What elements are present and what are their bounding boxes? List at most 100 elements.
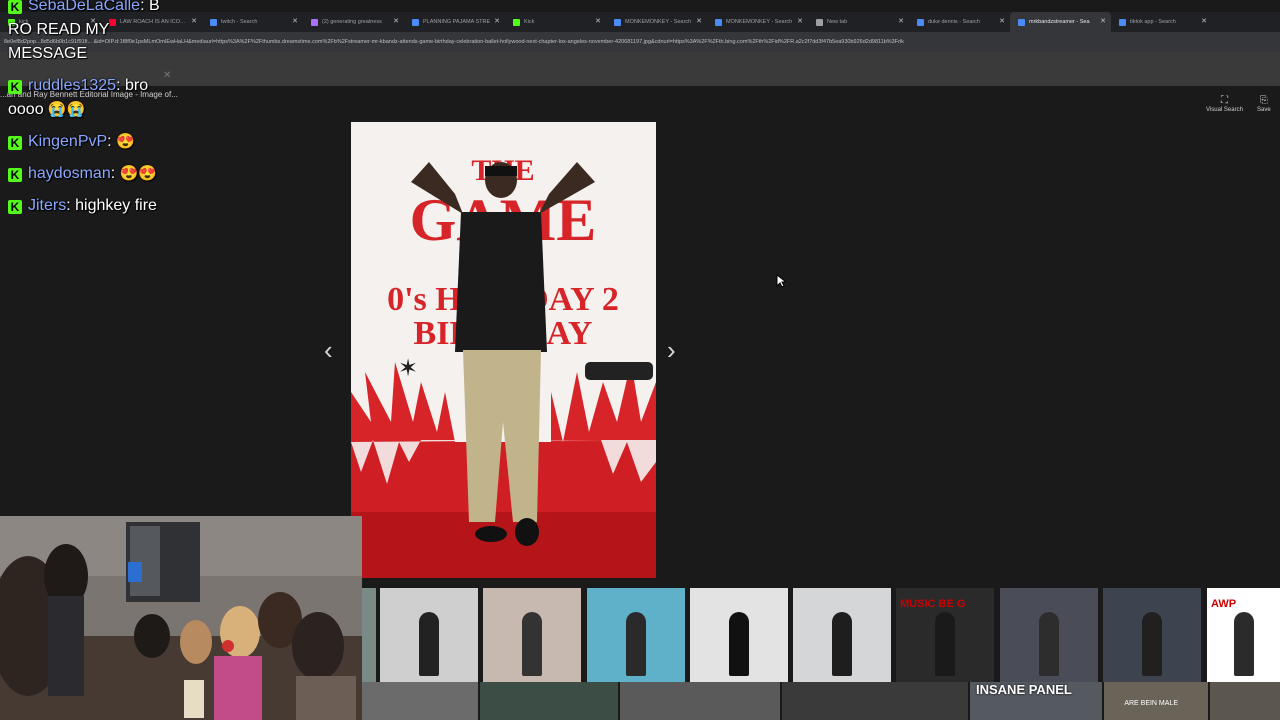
mouse-cursor-icon [776, 274, 786, 288]
related-image-thumbnail[interactable] [782, 682, 968, 720]
related-image-thumbnail[interactable] [480, 682, 618, 720]
chat-username[interactable]: SebaDeLaCalle [28, 0, 140, 14]
browser-tab[interactable]: mrkbandzstreamer - Sea ✕ [1010, 12, 1111, 32]
chat-separator: : [116, 77, 125, 94]
chat-text: highkey fire [75, 197, 157, 214]
tab-favicon-icon [1119, 18, 1126, 26]
chat-emoji: 😍 [116, 133, 135, 150]
webcam-feed [0, 516, 362, 720]
tab-label: mrkbandzstreamer - Sea [1029, 19, 1090, 25]
browser-tab[interactable]: tiktok app - Search ✕ [1111, 12, 1212, 32]
tab-close-icon[interactable]: ✕ [696, 17, 702, 25]
chat-separator: : [110, 165, 120, 182]
related-image-thumbnail[interactable] [690, 588, 788, 682]
chat-overlay: K SebaDeLaCalle: B RO READ MY MESSAGE Krud… [8, 0, 178, 226]
tab-close-icon[interactable]: ✕ [797, 17, 803, 25]
related-images-strip: MUSIC BE G AWP [362, 588, 1280, 682]
browser-tab[interactable]: MONKEMONKEY - Search ✕ [606, 12, 707, 32]
main-image[interactable]: THE GAME 0's HOLIDAY 2 BIRTHDAY ✶ [351, 122, 656, 578]
tab-label: New tab [827, 19, 848, 25]
chat-separator: : [107, 133, 117, 150]
chat-username[interactable]: KingenPvP [28, 133, 107, 150]
visual-search-label: Visual Search [1206, 107, 1243, 113]
browser-tab[interactable]: (2) generating greatness ✕ [303, 12, 404, 32]
tab-favicon-icon [816, 18, 823, 26]
kick-badge-icon: K [8, 80, 22, 94]
chat-username[interactable]: haydosman [28, 165, 111, 182]
related-image-thumbnail[interactable]: ARE BEIN MALE [1104, 682, 1208, 720]
chat-emoji: 😭😭 [47, 101, 86, 118]
related-image-thumbnail[interactable] [793, 588, 891, 682]
kick-badge-icon: K [8, 168, 22, 182]
tab-favicon-icon [210, 18, 217, 26]
kick-badge-icon: K [8, 200, 22, 214]
browser-tab[interactable]: MONKEMONKEY - Search ✕ [707, 12, 808, 32]
tab-close-icon[interactable]: ✕ [1100, 17, 1106, 25]
browser-tab[interactable]: twitch - Search ✕ [202, 12, 303, 32]
chat-separator: : [66, 197, 76, 214]
tab-label: MONKEMONKEY - Search [726, 19, 793, 25]
tab-close-icon[interactable]: ✕ [1201, 17, 1207, 25]
tab-close-icon[interactable]: ✕ [494, 17, 500, 25]
thumbnail-subject [522, 612, 542, 676]
related-image-thumbnail[interactable] [362, 682, 478, 720]
chat-username[interactable]: ruddles1325 [28, 77, 116, 94]
address-bar[interactable]: 8e0ef8d2pop...8d5d6b0b1c91f91fi... &id=O… [0, 32, 1280, 52]
chat-message: K Jiters: highkey fire [8, 194, 178, 218]
tab-label: tiktok app - Search [1130, 19, 1176, 25]
chat-message: Khaydosman: 😍😍 [8, 162, 178, 186]
related-image-thumbnail[interactable] [380, 588, 478, 682]
related-image-thumbnail[interactable]: AWP [1207, 588, 1280, 682]
chat-emoji: 😍😍 [119, 165, 157, 182]
tab-favicon-icon [412, 18, 419, 26]
chat-username[interactable]: Jiters [28, 197, 66, 214]
thumbnail-subject [1142, 612, 1162, 676]
visual-search-icon: ⛶ [1220, 95, 1228, 106]
visual-search-button[interactable]: ⛶ Visual Search [1206, 95, 1243, 113]
tab-label: twitch - Search [221, 19, 258, 25]
tab-close-icon[interactable]: ✕ [999, 17, 1005, 25]
tab-close-icon[interactable]: ✕ [191, 17, 197, 25]
thumbnail-subject [626, 612, 646, 676]
chat-separator: : [140, 0, 149, 14]
related-image-thumbnail[interactable] [362, 588, 376, 682]
related-image-thumbnail[interactable] [1000, 588, 1098, 682]
kick-badge-icon: K [8, 0, 22, 14]
tab-close-icon[interactable]: ✕ [292, 17, 298, 25]
thumbnail-text: INSANE PANEL [976, 682, 1072, 697]
tab-favicon-icon [917, 18, 924, 26]
tab-label: Kick [524, 19, 535, 25]
thumbnail-caption: ARE BEIN MALE [1124, 700, 1178, 707]
browser-tab[interactable]: PLANNING PAJAMA STRE ✕ [404, 12, 505, 32]
prev-image-button[interactable]: ‹ [324, 336, 333, 364]
related-image-thumbnail[interactable] [483, 588, 581, 682]
tab-close-icon[interactable]: ✕ [595, 17, 601, 25]
next-image-button[interactable]: › [667, 336, 676, 364]
browser-tab-bar: kick ✕ LAW ROACH IS AN ICONIC ✕ twitch - Sea… [0, 12, 1280, 32]
browser-tab[interactable]: New tab ✕ [808, 12, 909, 32]
related-image-thumbnail[interactable]: MUSIC BE G [896, 588, 994, 682]
related-image-thumbnail[interactable] [1103, 588, 1201, 682]
tab-close-icon[interactable]: ✕ [898, 17, 904, 25]
kick-badge-icon: K [8, 136, 22, 150]
tab-close-icon[interactable]: ✕ [393, 17, 399, 25]
chat-message: Kruddles1325: bro oooo 😭😭 [8, 74, 178, 122]
tab-label: duke dennis - Search [928, 19, 980, 25]
save-icon: ⎘ [1259, 95, 1268, 106]
related-images-row-2: INSANE PANEL ARE BEIN MALE [362, 682, 1280, 720]
tab-label: MONKEMONKEY - Search [625, 19, 692, 25]
thumbnail-subject [729, 612, 749, 676]
related-image-thumbnail[interactable]: INSANE PANEL [970, 682, 1102, 720]
related-image-thumbnail[interactable] [1210, 682, 1280, 720]
browser-tab[interactable]: Kick ✕ [505, 12, 606, 32]
car-icon [585, 362, 653, 380]
thumbnail-subject [935, 612, 955, 676]
star-icon: ✶ [398, 355, 418, 382]
tab-label: (2) generating greatness [322, 19, 382, 25]
browser-tab[interactable]: duke dennis - Search ✕ [909, 12, 1010, 32]
save-button[interactable]: ⎘ Save [1257, 95, 1271, 113]
save-label: Save [1257, 107, 1271, 113]
search-header-band [0, 52, 1280, 86]
related-image-thumbnail[interactable] [620, 682, 780, 720]
related-image-thumbnail[interactable] [587, 588, 685, 682]
